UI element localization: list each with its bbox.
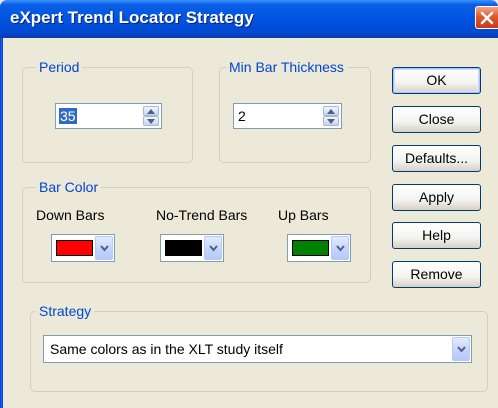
min-bar-thickness-spin-buttons: [323, 106, 339, 126]
down-bars-color-swatch: [56, 240, 93, 256]
window-close-button[interactable]: [475, 6, 498, 29]
period-input[interactable]: 35: [59, 108, 77, 124]
period-decrement-button[interactable]: [143, 116, 159, 126]
strategy-selected-value: Same colors as in the XLT study itself: [50, 341, 283, 357]
title-bar[interactable]: eXpert Trend Locator Strategy: [0, 0, 498, 38]
min-bar-thickness-legend: Min Bar Thickness: [226, 59, 347, 75]
close-x-icon: [480, 11, 494, 25]
min-bar-thickness-decrement-button[interactable]: [323, 116, 339, 126]
dialog-window: eXpert Trend Locator Strategy Period 35 …: [0, 0, 498, 408]
window-left-border: [0, 38, 3, 408]
period-spin-buttons: [143, 106, 159, 126]
chevron-down-icon: [457, 346, 466, 353]
ok-button[interactable]: OK: [392, 67, 481, 94]
no-trend-bars-dropdown-button[interactable]: [204, 236, 222, 260]
no-trend-bars-label: No-Trend Bars: [156, 207, 248, 223]
period-spinner[interactable]: 35: [55, 103, 162, 129]
period-increment-button[interactable]: [143, 106, 159, 116]
no-trend-bars-color-picker[interactable]: [160, 234, 224, 262]
chevron-down-icon: [209, 245, 218, 252]
strategy-select[interactable]: Same colors as in the XLT study itself: [43, 335, 472, 363]
min-bar-thickness-input[interactable]: 2: [237, 108, 247, 124]
min-bar-thickness-increment-button[interactable]: [323, 106, 339, 116]
up-bars-color-picker[interactable]: [287, 234, 351, 262]
down-bars-dropdown-button[interactable]: [95, 236, 113, 260]
triangle-down-icon: [327, 119, 335, 124]
triangle-up-icon: [147, 109, 155, 114]
down-bars-label: Down Bars: [36, 207, 105, 223]
chevron-down-icon: [100, 245, 109, 252]
min-bar-thickness-spinner[interactable]: 2: [233, 103, 342, 129]
apply-button[interactable]: Apply: [392, 184, 481, 211]
up-bars-label: Up Bars: [278, 207, 329, 223]
chevron-down-icon: [336, 245, 345, 252]
defaults-button[interactable]: Defaults...: [392, 145, 481, 172]
no-trend-bars-color-swatch: [165, 240, 202, 256]
window-title: eXpert Trend Locator Strategy: [10, 8, 254, 27]
down-bars-color-picker[interactable]: [51, 234, 115, 262]
close-button[interactable]: Close: [392, 106, 481, 133]
strategy-legend: Strategy: [36, 303, 95, 319]
help-button[interactable]: Help: [392, 222, 481, 249]
triangle-up-icon: [327, 109, 335, 114]
up-bars-color-swatch: [292, 240, 329, 256]
triangle-down-icon: [147, 119, 155, 124]
strategy-dropdown-button[interactable]: [452, 337, 470, 361]
period-legend: Period: [36, 59, 83, 75]
remove-button[interactable]: Remove: [392, 261, 481, 288]
bar-color-legend: Bar Color: [36, 179, 102, 195]
up-bars-dropdown-button[interactable]: [331, 236, 349, 260]
